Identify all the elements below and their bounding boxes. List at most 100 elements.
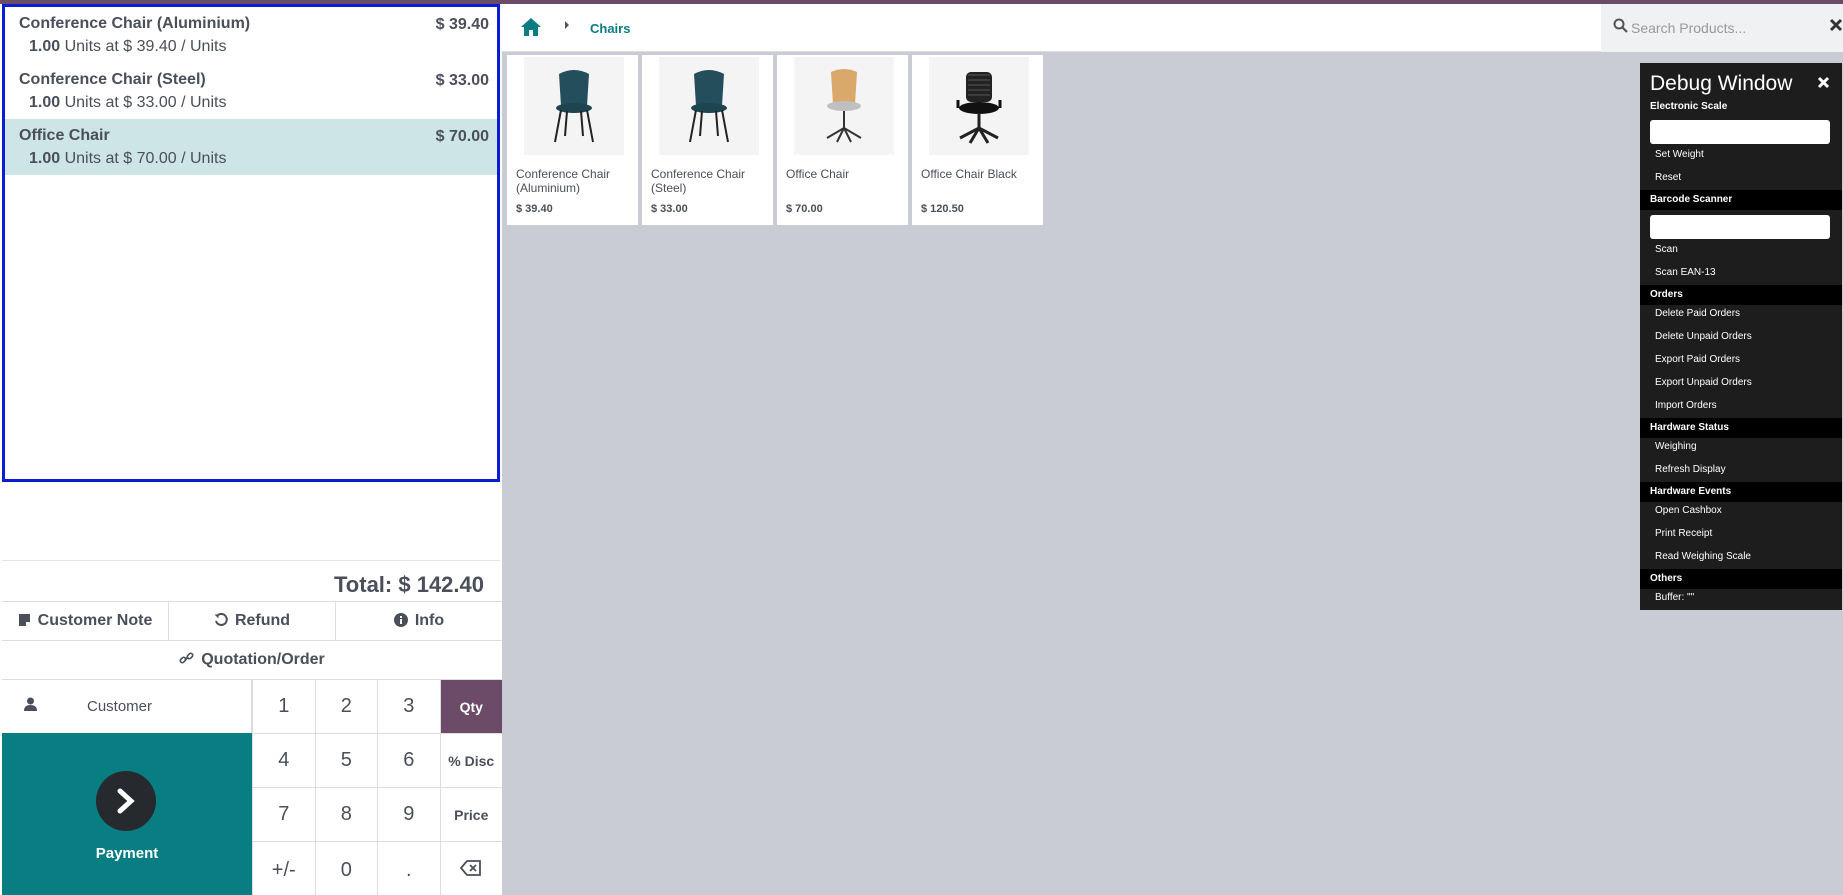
order-total: Total: $ 142.40 — [2, 560, 500, 606]
mode-discount-button[interactable]: % Disc — [439, 733, 502, 787]
orderline-info: 1.00 Units at $ 70.00 / Units — [19, 150, 485, 168]
orderline-product-name: Office Chair — [19, 127, 110, 144]
customer-label: Customer — [87, 698, 153, 715]
numpad-key-4[interactable]: 4 — [252, 733, 315, 787]
user-icon — [24, 697, 37, 716]
numpad-key-1[interactable]: 1 — [252, 679, 315, 733]
scan-ean13-button[interactable]: Scan EAN-13 — [1655, 267, 1716, 278]
weighing-button[interactable]: Weighing — [1655, 441, 1697, 452]
product-card[interactable]: Office Chair $ 70.00 — [777, 55, 908, 225]
section-electronic-scale: Electronic Scale — [1650, 101, 1728, 112]
product-name: Office Chair Black — [921, 167, 1017, 181]
orderline-qty: 1.00 — [29, 38, 61, 55]
breadcrumb-category[interactable]: Chairs — [590, 21, 630, 36]
control-buttons-row: Quotation/Order — [2, 640, 502, 678]
orderline-price: $ 70.00 — [435, 128, 489, 145]
weight-input[interactable] — [1650, 120, 1830, 144]
orderline-product-name: Conference Chair (Aluminium) — [19, 15, 251, 32]
open-cashbox-button[interactable]: Open Cashbox — [1655, 505, 1722, 516]
section-others: Others — [1640, 569, 1842, 589]
debug-window: Debug Window Electronic Scale Set Weight… — [1640, 63, 1842, 610]
orderline-unit-info: Units at $ 70.00 / Units — [64, 150, 227, 167]
numpad-key-2[interactable]: 2 — [314, 679, 377, 733]
numpad-key-8[interactable]: 8 — [314, 787, 377, 841]
reset-button[interactable]: Reset — [1655, 172, 1681, 183]
orderline-qty: 1.00 — [29, 150, 61, 167]
clear-search-icon[interactable] — [1829, 16, 1843, 37]
delete-paid-orders-button[interactable]: Delete Paid Orders — [1655, 308, 1740, 319]
set-weight-button[interactable]: Set Weight — [1655, 149, 1704, 160]
info-button[interactable]: Info — [336, 602, 502, 640]
search-bar — [1601, 4, 1843, 52]
numpad-key-9[interactable]: 9 — [377, 787, 440, 841]
quotation-order-label: Quotation/Order — [201, 650, 325, 668]
import-orders-button[interactable]: Import Orders — [1655, 400, 1717, 411]
numpad-key-0[interactable]: 0 — [314, 841, 377, 895]
chair-teal-image — [659, 57, 759, 155]
refund-button[interactable]: Refund — [169, 602, 336, 640]
delete-unpaid-orders-button[interactable]: Delete Unpaid Orders — [1655, 331, 1752, 342]
numpad-key-7[interactable]: 7 — [252, 787, 315, 841]
undo-icon — [214, 612, 228, 630]
backspace-button[interactable] — [439, 841, 502, 895]
note-icon — [18, 613, 31, 630]
numpad-key-decimal[interactable]: . — [377, 841, 440, 895]
search-icon — [1613, 18, 1628, 38]
numpad-key-3[interactable]: 3 — [377, 679, 440, 733]
orderlines-list[interactable]: Conference Chair (Aluminium) $ 39.40 1.0… — [2, 4, 500, 482]
product-name: Office Chair — [786, 167, 850, 181]
orderline-qty: 1.00 — [29, 94, 61, 111]
numpad-area: Customer Payment 1 2 3 Qty 4 5 6 % Disc … — [2, 679, 502, 895]
numpad-key-5[interactable]: 5 — [314, 733, 377, 787]
order-panel: Conference Chair (Aluminium) $ 39.40 1.0… — [0, 4, 502, 895]
info-label: Info — [414, 612, 445, 629]
search-input[interactable] — [1631, 18, 1811, 38]
export-unpaid-orders-button[interactable]: Export Unpaid Orders — [1655, 377, 1752, 388]
scan-button[interactable]: Scan — [1655, 244, 1678, 255]
orderline-price: $ 33.00 — [435, 72, 489, 89]
read-weighing-scale-button[interactable]: Read Weighing Scale — [1655, 551, 1751, 562]
link-icon — [179, 651, 194, 669]
product-price: $ 39.40 — [516, 203, 553, 215]
barcode-input[interactable] — [1650, 215, 1830, 239]
export-paid-orders-button[interactable]: Export Paid Orders — [1655, 354, 1740, 365]
orderline-unit-info: Units at $ 39.40 / Units — [64, 38, 227, 55]
product-card[interactable]: Office Chair Black $ 120.50 — [912, 55, 1043, 225]
orderline[interactable]: Conference Chair (Steel) $ 33.00 1.00 Un… — [5, 63, 497, 119]
chair-black-image — [929, 57, 1029, 155]
debug-window-title: Debug Window — [1650, 72, 1793, 95]
numpad-key-6[interactable]: 6 — [377, 733, 440, 787]
chevron-right-icon — [96, 771, 156, 831]
customer-note-button[interactable]: Customer Note — [2, 602, 169, 640]
close-icon[interactable] — [1817, 73, 1830, 94]
mode-qty-button[interactable]: Qty — [439, 679, 502, 733]
orderline[interactable]: Conference Chair (Aluminium) $ 39.40 1.0… — [5, 7, 497, 63]
orderline-selected[interactable]: Office Chair $ 70.00 1.00 Units at $ 70.… — [5, 119, 497, 175]
section-hardware-status: Hardware Status — [1640, 418, 1842, 438]
refresh-display-button[interactable]: Refresh Display — [1655, 464, 1726, 475]
product-card[interactable]: Conference Chair (Steel) $ 33.00 — [642, 55, 773, 225]
section-orders: Orders — [1640, 285, 1842, 305]
orderline-product-name: Conference Chair (Steel) — [19, 71, 206, 88]
product-price: $ 70.00 — [786, 203, 823, 215]
backspace-icon — [460, 859, 482, 882]
product-price: $ 120.50 — [921, 203, 964, 215]
orderline-info: 1.00 Units at $ 39.40 / Units — [19, 38, 485, 56]
chair-wood-image — [794, 57, 894, 155]
quotation-order-button[interactable]: Quotation/Order — [2, 641, 502, 678]
control-buttons-row: Customer Note Refund Info — [2, 601, 502, 640]
mode-price-button[interactable]: Price — [439, 787, 502, 841]
product-name: Conference Chair (Steel) — [651, 167, 746, 195]
customer-button[interactable]: Customer — [2, 679, 252, 733]
print-receipt-button[interactable]: Print Receipt — [1655, 528, 1712, 539]
chair-teal-image — [524, 57, 624, 155]
home-icon[interactable] — [520, 17, 542, 43]
product-card[interactable]: Conference Chair (Aluminium) $ 39.40 — [507, 55, 638, 225]
numpad-key-plus-minus[interactable]: +/- — [252, 841, 315, 895]
payment-label: Payment — [95, 845, 159, 862]
info-icon — [393, 612, 408, 630]
refund-label: Refund — [234, 612, 291, 629]
orderline-info: 1.00 Units at $ 33.00 / Units — [19, 94, 485, 112]
section-barcode-scanner: Barcode Scanner — [1640, 190, 1842, 210]
payment-button[interactable]: Payment — [2, 733, 252, 895]
